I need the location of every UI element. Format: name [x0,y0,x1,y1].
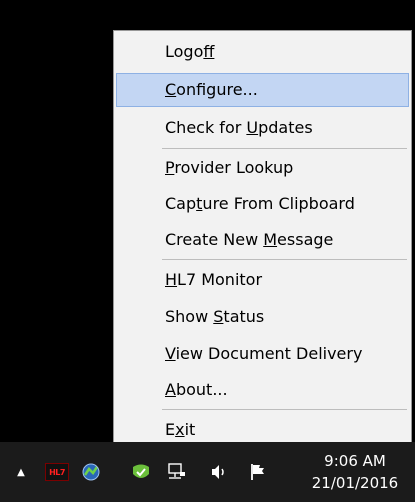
menu-item-provider-lookup[interactable]: Provider Lookup [116,151,409,185]
clock-time: 9:06 AM [324,452,386,470]
taskbar: ▲ HL7 9:06 AM 21/01/2016 [0,442,415,502]
menu-separator [162,148,407,149]
clock-date: 21/01/2016 [311,474,399,492]
menu-item-logoff[interactable]: Logoff [116,35,409,69]
menu-item-capture-from-clipboard[interactable]: Capture From Clipboard [116,187,409,221]
network-app-tray-icon[interactable] [80,461,102,483]
menu-item-hl7-monitor[interactable]: HL7 Monitor [116,263,409,297]
notification-area: ▲ HL7 9:06 AM 21/01/2016 [0,442,415,502]
menu-item-about[interactable]: About... [116,373,409,407]
network-icon[interactable] [165,461,187,483]
volume-icon[interactable] [208,461,230,483]
menu-item-check-for-updates[interactable]: Check for Updates [116,111,409,145]
menu-item-view-document-delivery[interactable]: View Document Delivery [116,337,409,371]
taskbar-clock[interactable]: 9:06 AM 21/01/2016 [301,450,409,494]
show-hidden-icons-chevron-icon[interactable]: ▲ [10,461,32,483]
green-shield-tray-icon[interactable] [130,461,152,483]
action-center-flag-icon[interactable] [247,461,269,483]
menu-item-create-new-message[interactable]: Create New Message [116,223,409,257]
menu-item-show-status[interactable]: Show Status [116,300,409,334]
menu-item-configure[interactable]: Configure... [116,73,409,107]
menu-separator [162,409,407,410]
hl7-tray-icon[interactable]: HL7 [45,461,69,483]
tray-context-menu: Logoff Configure... Check for Updates Pr… [113,30,412,452]
menu-separator [162,259,407,260]
